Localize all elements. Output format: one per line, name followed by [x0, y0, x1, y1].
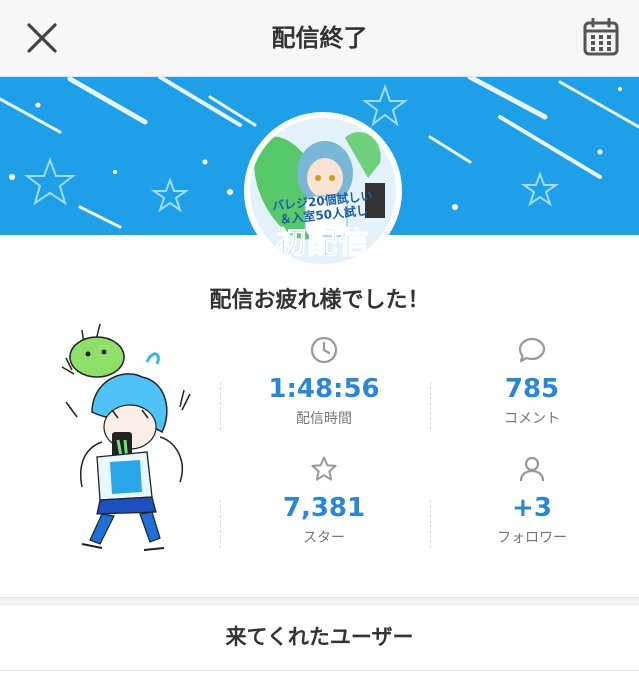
stat-label: 配信時間	[296, 411, 352, 427]
star-icon	[311, 456, 337, 481]
stats-separator	[430, 382, 431, 430]
stats-separator	[220, 382, 221, 430]
calendar-icon	[583, 18, 619, 56]
avatar-title: 初配信	[276, 226, 370, 262]
stat-duration: 1:48:56 配信時間	[224, 336, 424, 428]
stat-value: 785	[504, 374, 560, 404]
character-illustration	[52, 322, 212, 562]
stat-value: 7,381	[282, 493, 366, 523]
stats-separator	[220, 500, 221, 548]
stat-label: フォロワー	[497, 530, 567, 546]
section-divider	[0, 597, 639, 606]
calendar-button[interactable]	[581, 16, 621, 58]
page-title: 配信終了	[271, 24, 368, 52]
stream-thumbnail: バレジ20個試しい ＆入室50人試し 初配信	[244, 112, 402, 270]
stat-label: スター	[303, 530, 345, 546]
stat-label: コメント	[504, 411, 560, 427]
stat-value: +3	[512, 493, 552, 523]
user-icon	[519, 456, 545, 482]
thanks-message: 配信お疲れ様でした！	[209, 288, 430, 313]
top-bar: 配信終了	[0, 0, 639, 77]
stats-separator	[430, 500, 431, 548]
stat-followers: +3 フォロワー	[432, 455, 632, 547]
comment-icon	[518, 337, 546, 363]
avatar: バレジ20個試しい ＆入室50人試し 初配信	[250, 118, 396, 264]
stat-comments: 785 コメント	[432, 336, 632, 428]
clock-icon	[310, 336, 338, 364]
stat-value: 1:48:56	[268, 374, 380, 404]
stat-stars: 7,381 スター	[224, 455, 424, 547]
visitors-button[interactable]: 来てくれたユーザー	[0, 606, 639, 671]
